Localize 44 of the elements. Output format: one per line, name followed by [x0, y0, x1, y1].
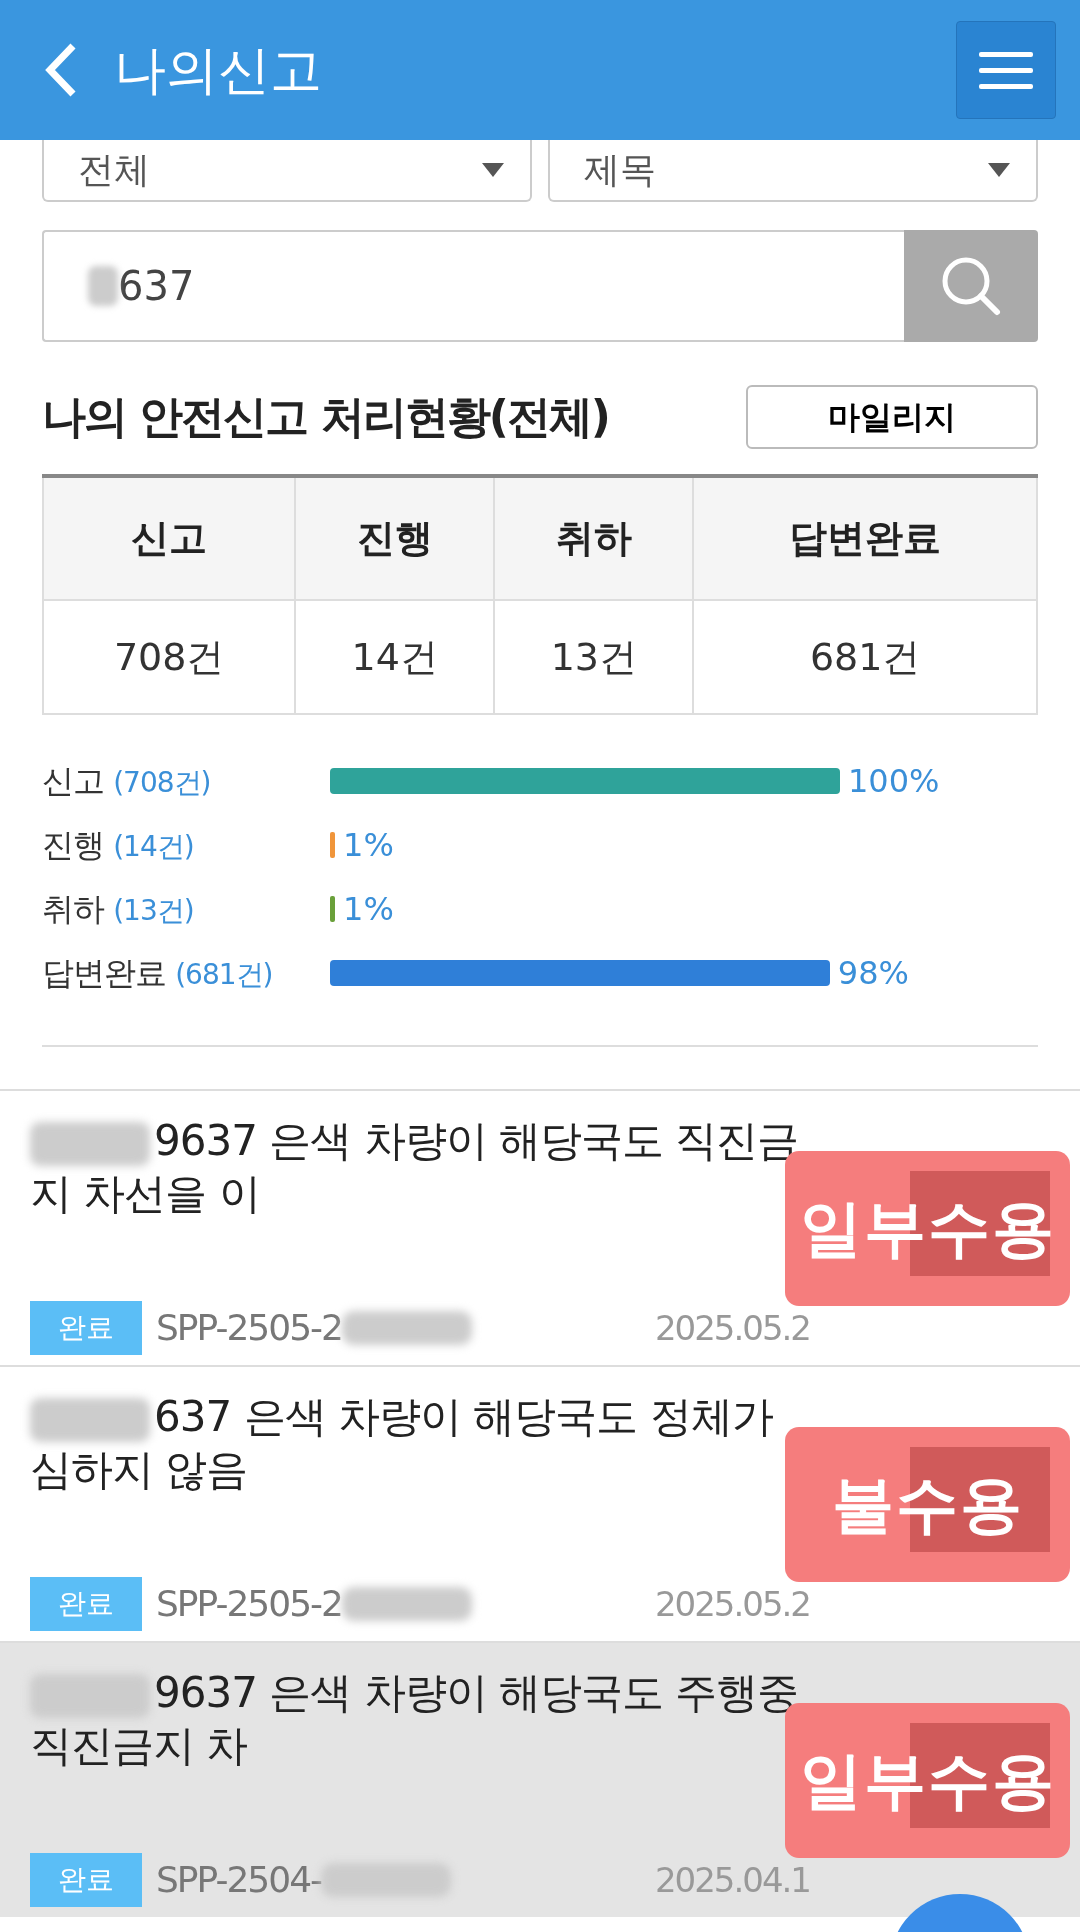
status-badge: 완료 — [30, 1577, 142, 1631]
report-item[interactable]: 9637 은색 차량이 해당국도 직진금지 차선을 이 완료 SPP-2505-2 2025.05.2 일부수용 — [0, 1089, 1080, 1365]
page-title: 나의신고 — [114, 39, 323, 102]
menu-button[interactable] — [956, 21, 1056, 119]
table-header: 진행 — [295, 476, 495, 600]
caret-icon — [988, 163, 1010, 177]
report-number: SPP-2505-2 — [156, 1582, 342, 1626]
caret-icon — [482, 163, 504, 177]
table-cell: 14건 — [295, 600, 495, 714]
table-header: 신고 — [43, 476, 296, 600]
redaction-blur — [88, 266, 118, 306]
report-date: 2025.05.2 — [654, 1306, 810, 1350]
percent-label: 1% — [343, 825, 394, 866]
status-badge: 완료 — [30, 1301, 142, 1355]
report-item[interactable]: 637 은색 차량이 해당국도 정체가 심하지 않음 완료 SPP-2505-2 2025.05.2 불수용 — [0, 1365, 1080, 1641]
report-date: 2025.05.2 — [654, 1582, 810, 1626]
report-number: SPP-2504- — [156, 1858, 322, 1902]
back-icon[interactable] — [44, 42, 78, 98]
report-date: 2025.04.1 — [654, 1858, 810, 1902]
percent-label: 100% — [848, 761, 940, 802]
bar-label: 신고 (708건) — [42, 761, 212, 802]
table-cell: 681건 — [693, 600, 1037, 714]
bar-label: 답변완료 (681건) — [42, 953, 274, 994]
status-badge: 완료 — [30, 1853, 142, 1907]
table-cell: 708건 — [43, 600, 296, 714]
mileage-button[interactable]: 마일리지 — [746, 385, 1038, 449]
dropdown-field[interactable]: 전체 — [42, 140, 532, 202]
search-field[interactable]: 637 — [42, 230, 904, 342]
bar-label: 진행 (14건) — [42, 825, 195, 866]
percent-label: 1% — [343, 889, 394, 930]
dropdown-field[interactable]: 제목 — [548, 140, 1038, 202]
sticker-text: 일부수용 — [799, 1191, 1056, 1267]
sticker-text: 불수용 — [831, 1467, 1024, 1543]
menu-icon — [979, 50, 1033, 90]
report-number: SPP-2505-2 — [156, 1306, 342, 1350]
table-header: 취하 — [494, 476, 694, 600]
report-item[interactable]: 9637 은색 차량이 해당국도 주행중 직진금지 차 완료 SPP-2504- 2025.04.1 일부수용 — [0, 1641, 1080, 1917]
section-title: 나의 안전신고 처리현황(전체) — [42, 390, 609, 444]
table-header: 답변완료 — [693, 476, 1037, 600]
sticker-text: 일부수용 — [799, 1743, 1056, 1819]
bar-label: 취하 (13건) — [42, 889, 195, 930]
search-button[interactable] — [904, 230, 1038, 342]
table-cell: 13건 — [494, 600, 694, 714]
percent-label: 98% — [837, 953, 909, 994]
